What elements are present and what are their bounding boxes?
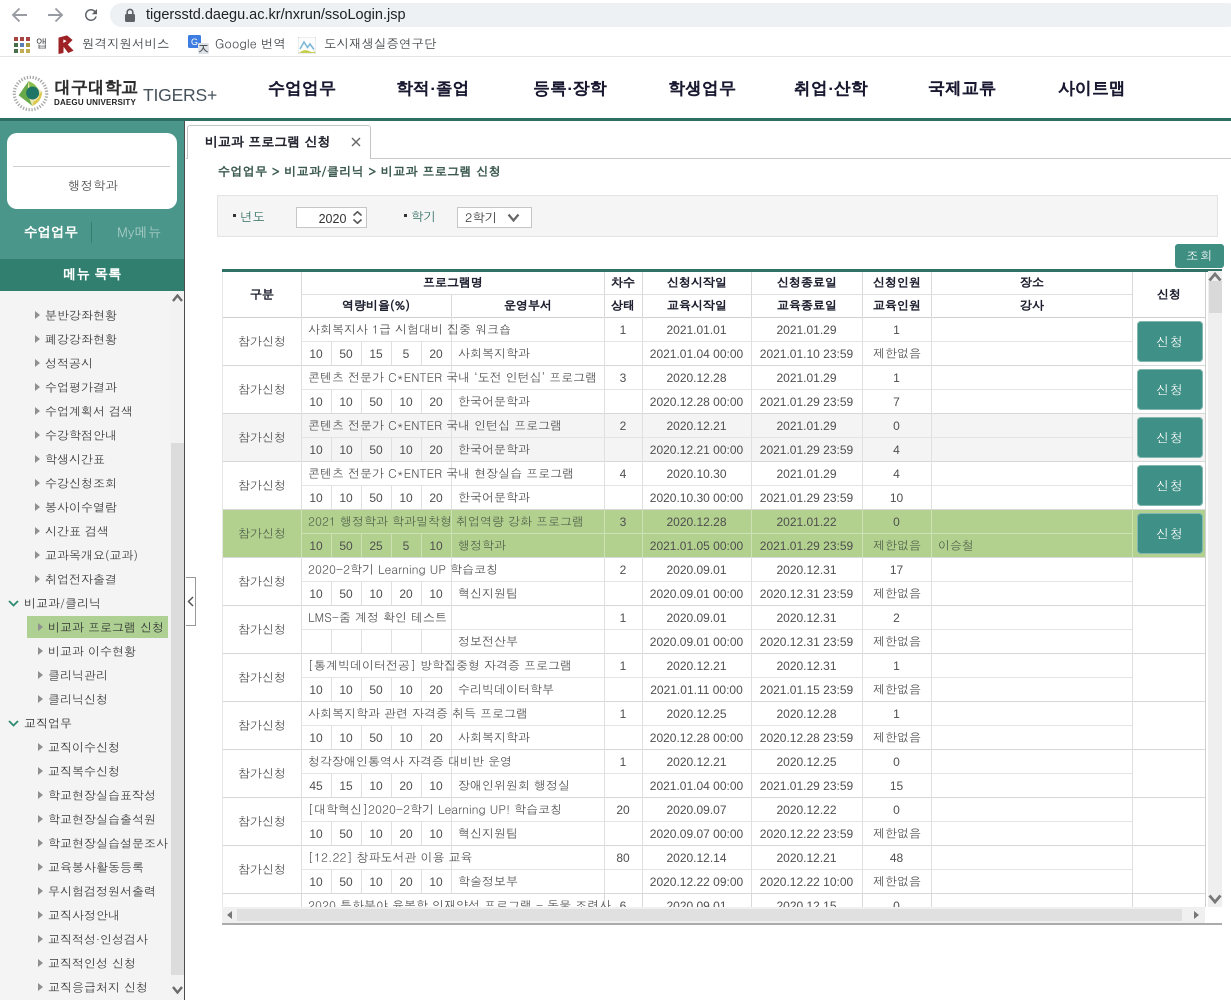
svg-text:G: G [191,37,198,47]
